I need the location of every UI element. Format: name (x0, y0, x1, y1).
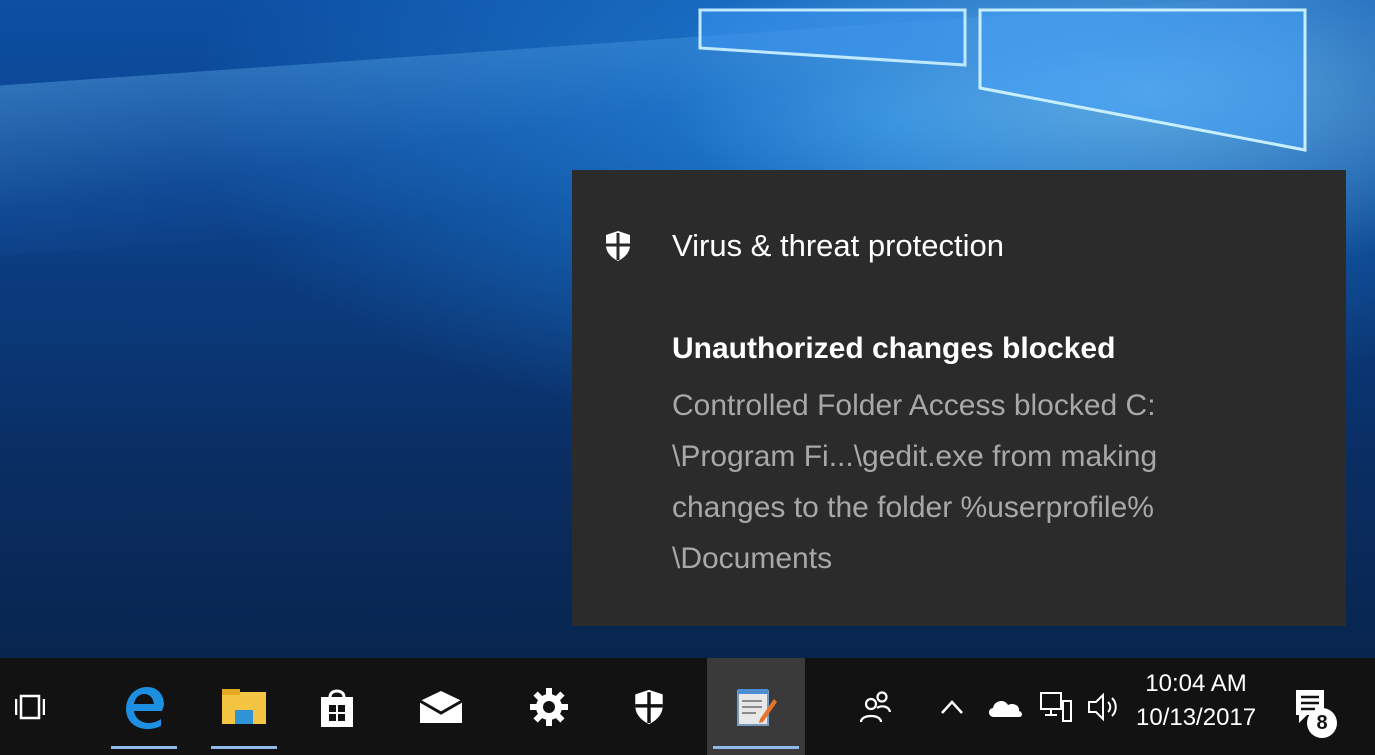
volume-icon (1088, 692, 1117, 721)
task-view-button[interactable] (0, 658, 60, 755)
toast-title: Unauthorized changes blocked (672, 332, 1116, 365)
onedrive-cloud-icon (988, 700, 1022, 717)
shield-icon (635, 689, 663, 724)
clock-time: 10:04 AM (1145, 670, 1247, 697)
taskbar-file-explorer[interactable] (205, 658, 283, 755)
taskbar-store[interactable] (298, 658, 376, 755)
store-bag-icon (321, 689, 353, 727)
toast-app-name: Virus & threat protection (672, 228, 1004, 263)
taskbar-notepad[interactable] (707, 658, 805, 755)
mail-icon (419, 690, 463, 723)
show-hidden-icons-button[interactable] (935, 658, 969, 755)
network-button[interactable] (1035, 658, 1077, 755)
action-center-button[interactable] (1280, 658, 1340, 755)
notification-count-badge: 8 (1307, 708, 1337, 738)
shield-icon (606, 231, 630, 261)
active-indicator (111, 746, 177, 749)
people-button[interactable] (855, 658, 895, 755)
toast-notification[interactable]: Virus & threat protection Unauthorized c… (572, 170, 1346, 626)
task-view-icon (15, 694, 45, 719)
taskbar-clock[interactable]: 10:04 AM 10/13/2017 (1136, 668, 1256, 736)
taskbar-edge[interactable] (105, 658, 183, 755)
gear-icon (530, 687, 568, 726)
network-icon (1040, 691, 1072, 722)
taskbar: 10:04 AM 10/13/2017 (0, 658, 1375, 755)
folder-icon (222, 688, 266, 724)
taskbar-windows-defender[interactable] (610, 658, 688, 755)
active-indicator (713, 746, 799, 749)
desktop-wallpaper: Virus & threat protection Unauthorized c… (0, 0, 1375, 658)
notepad-icon (737, 688, 777, 726)
volume-button[interactable] (1082, 658, 1126, 755)
taskbar-mail[interactable] (402, 658, 480, 755)
clock-date: 10/13/2017 (1136, 704, 1257, 731)
onedrive-button[interactable] (983, 658, 1027, 755)
edge-icon (126, 686, 164, 729)
taskbar-settings[interactable] (510, 658, 588, 755)
active-indicator (211, 746, 277, 749)
people-icon (859, 690, 891, 722)
toast-body: Controlled Folder Access blocked C: \Pro… (672, 389, 1158, 575)
chevron-up-icon (941, 699, 963, 714)
